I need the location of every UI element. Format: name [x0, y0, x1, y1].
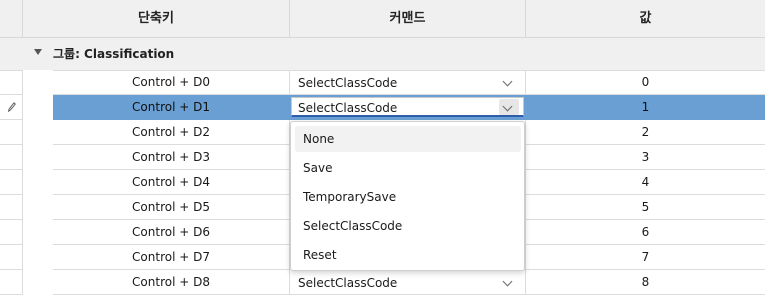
value-cell[interactable]: 5	[526, 195, 765, 220]
row-header[interactable]	[0, 170, 23, 195]
value-cell[interactable]: 3	[526, 145, 765, 170]
row-header[interactable]	[0, 145, 23, 170]
row-header[interactable]	[0, 220, 23, 245]
row-header[interactable]	[0, 120, 23, 145]
row-header[interactable]	[0, 195, 23, 220]
dropdown-option-save[interactable]: Save	[295, 155, 521, 181]
dropdown-option-selectclasscode[interactable]: SelectClassCode	[295, 213, 521, 239]
shortcut-cell[interactable]: Control + D5	[53, 195, 290, 220]
command-combobox[interactable]: SelectClassCode	[291, 72, 524, 92]
shortcut-cell[interactable]: Control + D4	[53, 170, 290, 195]
column-header-shortcut[interactable]: 단축키	[23, 0, 290, 37]
row-header[interactable]	[0, 95, 23, 120]
shortcut-cell[interactable]: Control + D7	[53, 245, 290, 270]
table-row-selected[interactable]: Control + D1 SelectClassCode 1	[0, 95, 765, 120]
dropdown-option-none[interactable]: None	[295, 126, 521, 152]
command-dropdown-list: None Save TemporarySave SelectClassCode …	[290, 121, 525, 271]
shortcut-cell[interactable]: Control + D3	[53, 145, 290, 170]
column-header-value[interactable]: 값	[526, 0, 765, 37]
shortcut-grid: 단축키 커맨드 값 그룹: Classification Control + D…	[0, 0, 765, 295]
row-header-corner	[0, 0, 23, 37]
command-combobox-value: SelectClassCode	[298, 101, 398, 115]
shortcut-cell[interactable]: Control + D8	[53, 270, 290, 295]
shortcut-cell[interactable]: Control + D2	[53, 120, 290, 145]
value-cell[interactable]: 4	[526, 170, 765, 195]
chevron-down-icon	[502, 76, 513, 87]
group-label: 그룹: Classification	[53, 47, 175, 61]
chevron-down-icon	[502, 276, 513, 287]
column-header-row: 단축키 커맨드 값	[0, 0, 765, 38]
row-header[interactable]	[0, 245, 23, 270]
value-cell[interactable]: 1	[526, 95, 765, 120]
row-header[interactable]	[0, 70, 23, 95]
shortcut-cell[interactable]: Control + D0	[53, 70, 290, 95]
value-cell[interactable]: 7	[526, 245, 765, 270]
dropdown-option-temporarysave[interactable]: TemporarySave	[295, 184, 521, 210]
shortcut-cell[interactable]: Control + D1	[53, 95, 290, 120]
row-header[interactable]	[0, 270, 23, 295]
table-row[interactable]: Control + D8 SelectClassCode 8	[0, 270, 765, 295]
dropdown-option-reset[interactable]: Reset	[295, 242, 521, 268]
value-cell[interactable]: 6	[526, 220, 765, 245]
value-cell[interactable]: 8	[526, 270, 765, 295]
table-row[interactable]: Control + D0 SelectClassCode 0	[0, 70, 765, 95]
command-combobox-open[interactable]: SelectClassCode	[291, 97, 524, 117]
group-row[interactable]: 그룹: Classification	[0, 38, 765, 71]
command-combobox-value: SelectClassCode	[298, 76, 398, 90]
command-combobox-value: SelectClassCode	[298, 276, 398, 290]
column-header-command[interactable]: 커맨드	[290, 0, 526, 37]
value-cell[interactable]: 2	[526, 120, 765, 145]
pencil-edit-icon	[8, 102, 16, 112]
command-combobox[interactable]: SelectClassCode	[291, 272, 524, 292]
shortcut-cell[interactable]: Control + D6	[53, 220, 290, 245]
collapse-triangle-icon[interactable]	[34, 49, 42, 55]
value-cell[interactable]: 0	[526, 70, 765, 95]
